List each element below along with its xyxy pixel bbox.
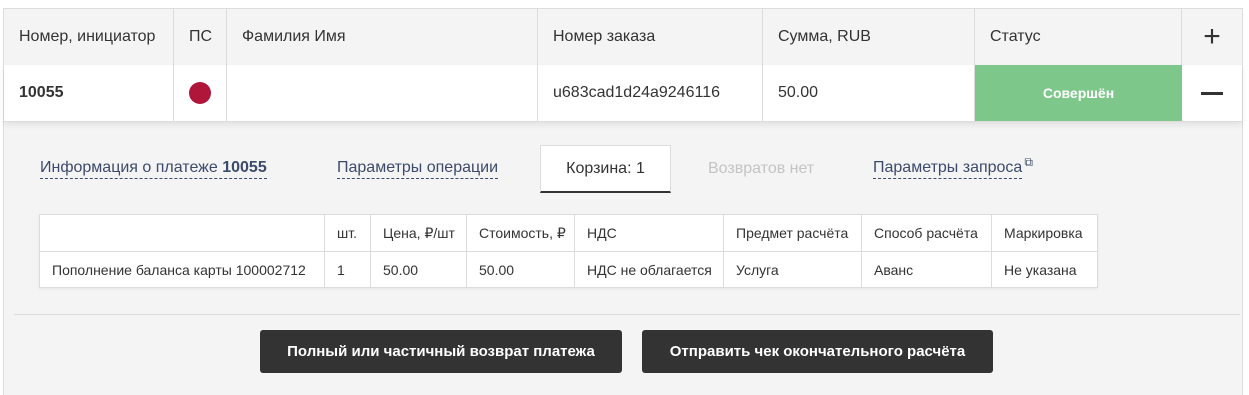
header-initiator: Номер, инициатор — [4, 9, 174, 65]
tab-payment-info-label: Информация о платеже — [40, 159, 223, 176]
cart-cell-item: Пополнение баланса карты 100002712 — [40, 252, 325, 288]
cart-table: шт. Цена, ₽/шт Стоимость, ₽ НДС Предмет … — [39, 214, 1098, 288]
cart-cell-method: Аванс — [862, 252, 992, 288]
tab-returns: Возвратов нет — [708, 160, 815, 177]
tab-payment-info-number: 10055 — [222, 159, 267, 176]
refund-button[interactable]: Полный или частичный возврат платежа — [260, 330, 622, 373]
header-status: Статус — [975, 9, 1182, 65]
detail-tabs: Информация о платеже 10055 Параметры опе… — [0, 145, 1249, 193]
payment-system-icon — [189, 82, 211, 104]
external-window-icon: ⧉ — [1024, 154, 1033, 169]
row-order: u683cad1d24a9246116 — [538, 65, 763, 121]
row-initiator: 10055 — [4, 65, 174, 121]
table-row: Пополнение баланса карты 100002712 1 50.… — [40, 252, 1097, 288]
row-ps — [174, 65, 227, 121]
cart-header-qty: шт. — [325, 215, 371, 251]
cart-table-header: шт. Цена, ₽/шт Стоимость, ₽ НДС Предмет … — [40, 215, 1097, 252]
cart-header-cost: Стоимость, ₽ — [467, 215, 575, 251]
divider — [14, 314, 1240, 315]
cart-cell-qty: 1 — [325, 252, 371, 288]
tab-cart[interactable]: Корзина: 1 — [540, 145, 671, 193]
cart-header-price: Цена, ₽/шт — [371, 215, 467, 251]
cart-cell-cost: 50.00 — [467, 252, 575, 288]
cart-header-vat: НДС — [575, 215, 724, 251]
cart-cell-subject: Услуга — [724, 252, 862, 288]
tab-operation-params-label: Параметры операции — [337, 159, 499, 179]
header-amount: Сумма, RUB — [763, 9, 975, 65]
header-order: Номер заказа — [538, 9, 763, 65]
tab-request-params-label: Параметры запроса — [873, 159, 1023, 179]
tab-request-params[interactable]: Параметры запроса ⧉ — [873, 145, 1033, 193]
table-row[interactable]: 10055 u683cad1d24a9246116 50.00 Совершён — [4, 65, 1242, 122]
status-badge: Совершён — [975, 65, 1182, 121]
header-name: Фамилия Имя — [227, 9, 538, 65]
cart-header-subject: Предмет расчёта — [724, 215, 862, 251]
cart-cell-price: 50.00 — [371, 252, 467, 288]
collapse-minus-icon[interactable] — [1182, 65, 1242, 121]
row-name — [227, 65, 538, 121]
send-receipt-button[interactable]: Отправить чек окончательного расчёта — [642, 330, 993, 373]
header-ps: ПС — [174, 9, 227, 65]
cart-cell-vat: НДС не облагается — [575, 252, 724, 288]
table-header-row: Номер, инициатор ПС Фамилия Имя Номер за… — [4, 9, 1242, 66]
tab-payment-info[interactable]: Информация о платеже 10055 — [40, 145, 267, 193]
cart-cell-marking: Не указана — [1004, 262, 1077, 278]
cart-header-method: Способ расчёта — [862, 215, 992, 251]
tab-operation-params[interactable]: Параметры операции — [337, 145, 499, 193]
cart-header-item — [40, 215, 325, 251]
row-amount: 50.00 — [763, 65, 975, 121]
cart-header-marking: Маркировка — [1004, 225, 1083, 241]
expand-plus-icon[interactable]: + — [1182, 9, 1242, 65]
